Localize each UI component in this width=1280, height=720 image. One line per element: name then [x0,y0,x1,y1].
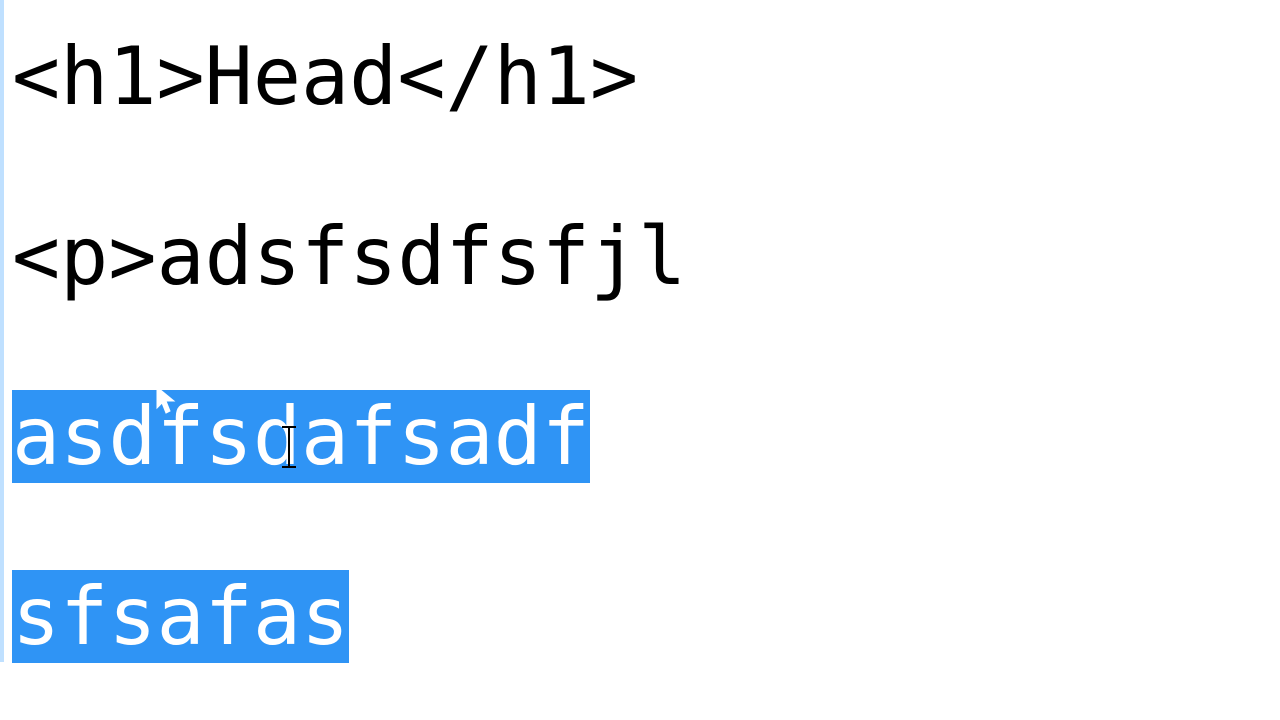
code-line[interactable]: asdfsdafsadf [12,392,1280,482]
code-line[interactable]: <p>adsfsdfsfjl [12,212,1280,302]
code-block[interactable]: <h1>Head</h1> <p>adsfsdfsfjl asdfsdafsad… [12,0,1280,720]
selected-text[interactable]: sfsafas [12,570,349,663]
code-line[interactable]: <h1>Head</h1> [12,32,1280,122]
code-line[interactable]: sfsafas [12,572,1280,662]
selected-text[interactable]: asdfsdafsadf [12,390,590,483]
code-editor[interactable]: <h1>Head</h1> <p>adsfsdfsfjl asdfsdafsad… [0,0,1280,662]
